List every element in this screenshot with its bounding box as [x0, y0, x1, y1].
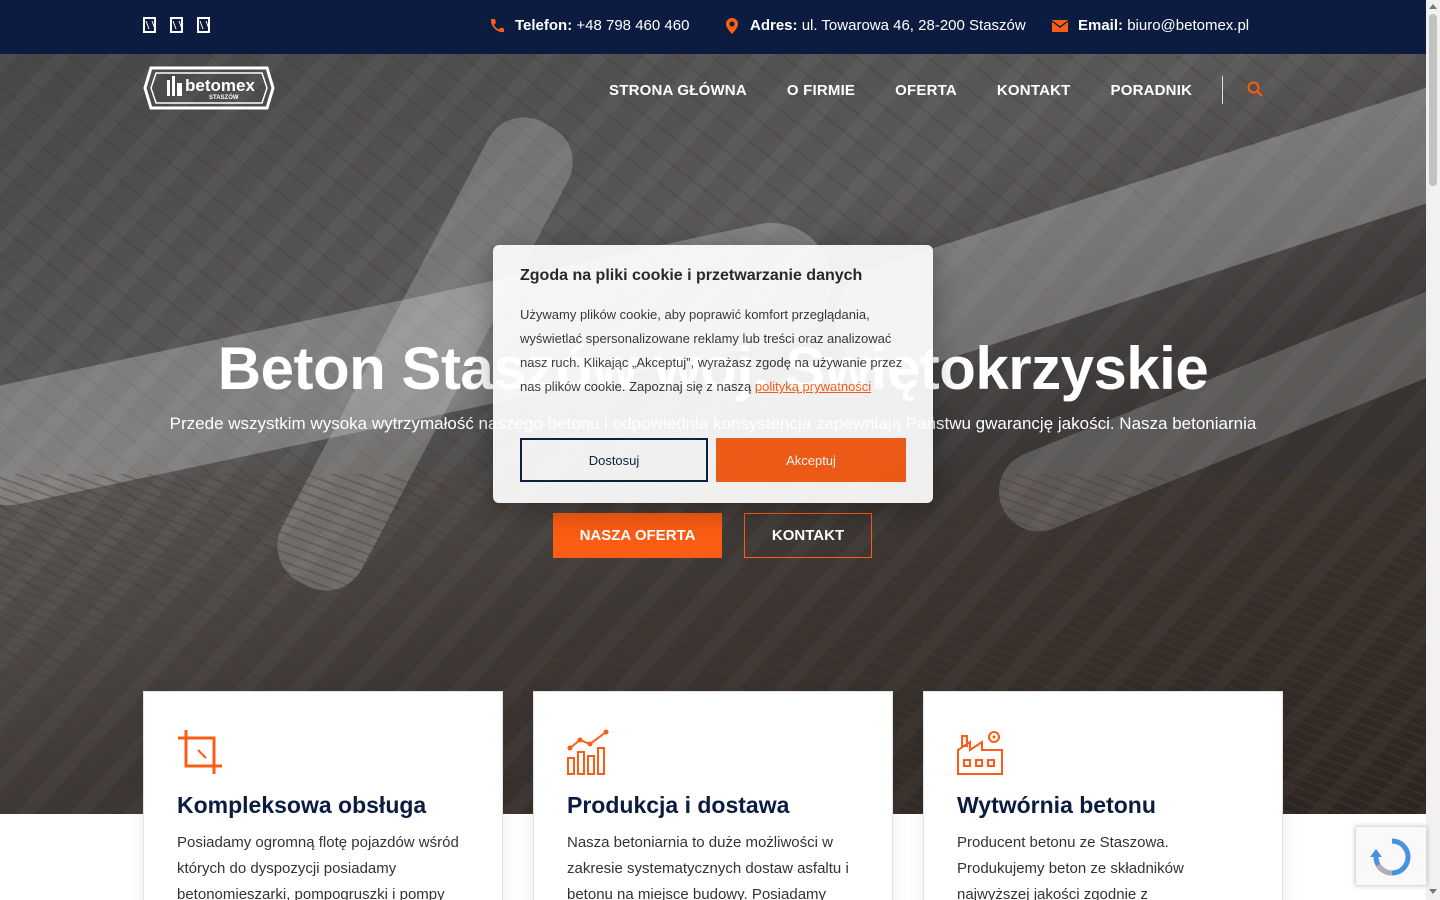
- scroll-down-arrow[interactable]: [1429, 889, 1437, 894]
- card-text: Nasza betoniarnia to duże możliwości w z…: [567, 834, 849, 900]
- card-title: Wytwórnia betonu: [957, 792, 1156, 818]
- phone-icon: [490, 18, 504, 32]
- recaptcha-badge[interactable]: [1355, 826, 1427, 886]
- crop-icon: [178, 730, 222, 774]
- card-text: Producent betonu ze Staszowa. Produkujem…: [957, 834, 1184, 900]
- scroll-up-arrow[interactable]: [1429, 4, 1437, 9]
- nav-item-guide[interactable]: PORADNIK: [1111, 82, 1193, 99]
- card-text: Posiadamy ogromną flotę pojazdów wśród k…: [177, 834, 459, 900]
- social-links: [143, 17, 210, 33]
- nav-divider: [1222, 76, 1223, 104]
- address-value: ul. Towarowa 46, 28-200 Staszów: [801, 17, 1026, 34]
- phone-label: Telefon:: [515, 17, 573, 34]
- envelope-icon: [1052, 19, 1068, 32]
- our-offer-button[interactable]: NASZA OFERTA: [553, 513, 722, 558]
- card-title: Produkcja i dostawa: [567, 792, 790, 818]
- page-scrollbar[interactable]: [1426, 0, 1440, 900]
- top-bar: Telefon: +48 798 460 460 Adres: ul. Towa…: [0, 0, 1426, 54]
- customize-button[interactable]: Dostosuj: [520, 438, 708, 482]
- contact-email[interactable]: Email: biuro@betomex.pl: [1052, 17, 1249, 34]
- map-pin-icon: [726, 17, 738, 34]
- factory-icon: [957, 731, 1003, 775]
- card-title: Kompleksowa obsługa: [177, 792, 427, 818]
- cookie-title: Zgoda na pliki cookie i przetwarzanie da…: [520, 267, 863, 284]
- accept-button[interactable]: Akceptuj: [716, 438, 906, 482]
- address-label: Adres:: [750, 17, 798, 34]
- email-label: Email:: [1078, 17, 1124, 34]
- scrollbar-thumb[interactable]: [1429, 14, 1437, 186]
- feature-card: Kompleksowa obsługa Posiadamy ogromną fl…: [143, 691, 503, 900]
- youtube-icon[interactable]: [197, 17, 210, 33]
- facebook-icon[interactable]: [143, 17, 156, 33]
- main-nav: STRONA GŁÓWNA O FIRMIE OFERTA KONTAKT PO…: [609, 82, 1192, 99]
- logo-town: STASZÓW: [209, 93, 239, 101]
- search-icon[interactable]: [1247, 81, 1263, 97]
- contact-address: Adres: ul. Towarowa 46, 28-200 Staszów: [724, 17, 1026, 34]
- bar-chart-icon: [567, 729, 609, 775]
- nav-item-offer[interactable]: OFERTA: [895, 82, 957, 99]
- cookie-text: Używamy plików cookie, aby poprawić komf…: [520, 303, 912, 399]
- feature-card: Wytwórnia betonu Producent betonu ze Sta…: [923, 691, 1283, 900]
- email-value: biuro@betomex.pl: [1127, 17, 1250, 34]
- logo-brand: betomex: [185, 76, 255, 95]
- cookie-consent-dialog: Zgoda na pliki cookie i przetwarzanie da…: [493, 245, 933, 503]
- nav-item-contact[interactable]: KONTAKT: [997, 82, 1071, 99]
- privacy-policy-link[interactable]: polityką prywatności: [755, 379, 871, 394]
- nav-item-home[interactable]: STRONA GŁÓWNA: [609, 82, 747, 99]
- feature-card: Produkcja i dostawa Nasza betoniarnia to…: [533, 691, 893, 900]
- recaptcha-icon: [1370, 838, 1411, 876]
- nav-item-about[interactable]: O FIRMIE: [787, 82, 855, 99]
- site-logo[interactable]: betomex STASZÓW: [143, 66, 275, 110]
- contact-button[interactable]: KONTAKT: [744, 513, 872, 558]
- instagram-icon[interactable]: [170, 17, 183, 33]
- phone-value: +48 798 460 460: [576, 17, 690, 34]
- contact-phone[interactable]: Telefon: +48 798 460 460: [489, 17, 689, 34]
